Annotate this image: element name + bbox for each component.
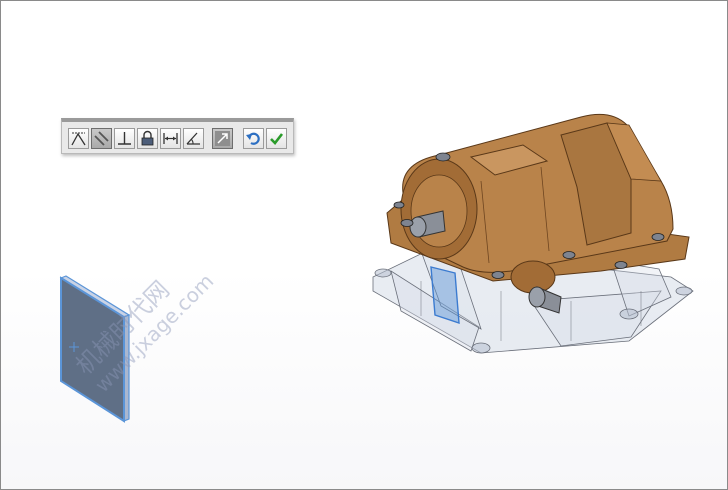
distance-icon xyxy=(163,133,178,144)
undo-button[interactable] xyxy=(243,128,264,149)
perpendicular-button[interactable] xyxy=(114,128,135,149)
flip-alignment-icon xyxy=(215,131,230,146)
graphics-viewport[interactable]: 机械时代网 www.jxage.com xyxy=(0,0,728,490)
distance-button[interactable] xyxy=(160,128,181,149)
undo-icon xyxy=(246,132,260,145)
coincident-button[interactable] xyxy=(68,128,89,149)
checkmark-icon xyxy=(270,133,284,145)
parallel-button[interactable] xyxy=(91,128,112,149)
parallel-icon xyxy=(94,131,109,146)
mate-context-toolbar xyxy=(61,118,294,154)
angle-button[interactable] xyxy=(183,128,204,149)
selected-base-face xyxy=(430,266,460,324)
ok-button[interactable] xyxy=(266,128,287,149)
angle-icon xyxy=(186,132,200,145)
lock-icon xyxy=(141,130,154,146)
gearbox-assembly[interactable] xyxy=(361,101,706,366)
lock-button[interactable] xyxy=(137,128,158,149)
selected-plate-face[interactable] xyxy=(51,271,141,431)
perpendicular-icon xyxy=(118,132,131,145)
coincident-icon xyxy=(71,132,86,146)
flip-alignment-button[interactable] xyxy=(212,128,233,149)
